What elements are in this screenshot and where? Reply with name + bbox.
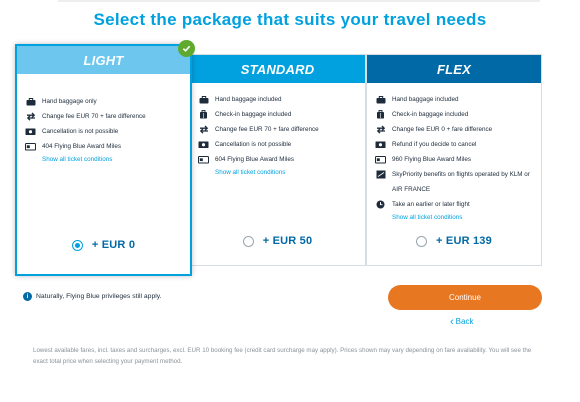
feature-item: Cancellation is not possible xyxy=(25,124,182,139)
top-divider xyxy=(58,0,540,2)
miles-card-icon xyxy=(375,155,386,164)
change-arrows-icon xyxy=(25,112,36,121)
briefcase-icon xyxy=(25,97,36,106)
feature-list-flex: Hand baggage included Check-in baggage in… xyxy=(367,92,541,212)
privileges-note: i Naturally, Flying Blue privileges stil… xyxy=(23,292,162,301)
feature-item: Hand baggage included xyxy=(198,92,357,107)
briefcase-icon xyxy=(198,95,209,104)
feature-list-light: Hand baggage only Change fee EUR 70 + far… xyxy=(17,94,190,154)
feature-text: Cancellation is not possible xyxy=(42,128,119,135)
page-title: Select the package that suits your trave… xyxy=(93,10,487,29)
selected-check-icon xyxy=(178,40,195,57)
ticket-conditions-link-light[interactable]: Show all ticket conditions xyxy=(17,154,190,166)
feature-item: 604 Flying Blue Award Miles xyxy=(198,152,357,167)
feature-item: Change fee EUR 0 + fare difference xyxy=(375,122,533,137)
cash-icon xyxy=(25,127,36,136)
package-options: LIGHT Hand baggage only Change fee EUR 70… xyxy=(15,44,542,276)
package-radio-light[interactable] xyxy=(71,239,83,251)
package-card-flex[interactable]: FLEX Hand baggage included Check-in bagga… xyxy=(366,54,542,266)
feature-item: 960 Flying Blue Award Miles xyxy=(375,152,533,167)
feature-item: Change fee EUR 70 + fare difference xyxy=(198,122,357,137)
package-price-light: + EUR 0 xyxy=(91,239,136,251)
clock-icon xyxy=(375,200,386,209)
back-link-label: Back xyxy=(455,317,474,326)
cash-icon xyxy=(375,140,386,149)
feature-text: Hand baggage included xyxy=(392,96,459,103)
package-title-standard: STANDARD xyxy=(190,55,365,83)
feature-text: 960 Flying Blue Award Miles xyxy=(392,156,471,163)
ticket-conditions-link-standard[interactable]: Show all ticket conditions xyxy=(190,167,365,179)
privileges-note-text: Naturally, Flying Blue privileges still … xyxy=(36,293,162,300)
change-arrows-icon xyxy=(198,125,209,134)
miles-card-icon xyxy=(198,155,209,164)
feature-text: Cancellation is not possible xyxy=(215,141,292,148)
package-card-standard[interactable]: STANDARD Hand baggage included Check-in b… xyxy=(190,54,366,266)
feature-text: Change fee EUR 0 + fare difference xyxy=(392,126,493,133)
chevron-left-icon: ‹ xyxy=(450,315,454,328)
briefcase-icon xyxy=(375,95,386,104)
feature-text: SkyPriority benefits on flights operated… xyxy=(392,171,530,193)
feature-item: Hand baggage only xyxy=(25,94,182,109)
miles-card-icon xyxy=(25,142,36,151)
package-price-standard: + EUR 50 xyxy=(262,235,313,247)
change-arrows-icon xyxy=(375,125,386,134)
ticket-conditions-link-flex[interactable]: Show all ticket conditions xyxy=(367,212,541,224)
feature-list-standard: Hand baggage included Check-in baggage in… xyxy=(190,92,365,167)
feature-item: Refund if you decide to cancel xyxy=(375,137,533,152)
feature-text: Hand baggage only xyxy=(42,98,97,105)
package-price-flex: + EUR 139 xyxy=(436,235,492,247)
fare-footnote: Lowest available fares, incl. taxes and … xyxy=(33,347,532,365)
back-link[interactable]: ‹ Back xyxy=(450,315,474,328)
feature-text: Change fee EUR 70 + fare difference xyxy=(215,126,319,133)
feature-text: Hand baggage included xyxy=(215,96,282,103)
continue-button[interactable]: Continue xyxy=(388,285,542,310)
feature-text: Change fee EUR 70 + fare difference xyxy=(42,113,146,120)
feature-item: Check-in baggage included xyxy=(375,107,533,122)
suitcase-icon xyxy=(198,110,209,119)
feature-text: Check-in baggage included xyxy=(392,111,469,118)
price-row-flex: + EUR 139 xyxy=(367,235,541,247)
package-radio-flex[interactable] xyxy=(416,235,428,247)
feature-text: Refund if you decide to cancel xyxy=(392,141,477,148)
feature-item: SkyPriority benefits on flights operated… xyxy=(375,167,533,197)
feature-item: Cancellation is not possible xyxy=(198,137,357,152)
feature-item: Hand baggage included xyxy=(375,92,533,107)
feature-item: Change fee EUR 70 + fare difference xyxy=(25,109,182,124)
feature-text: 604 Flying Blue Award Miles xyxy=(215,156,294,163)
info-icon: i xyxy=(23,292,32,301)
feature-text: 404 Flying Blue Award Miles xyxy=(42,143,121,150)
package-title-flex: FLEX xyxy=(367,55,541,83)
feature-text: Check-in baggage included xyxy=(215,111,292,118)
package-card-light[interactable]: LIGHT Hand baggage only Change fee EUR 70… xyxy=(15,44,192,276)
skypriority-icon xyxy=(375,170,386,179)
price-row-light: + EUR 0 xyxy=(17,239,190,251)
feature-item: 404 Flying Blue Award Miles xyxy=(25,139,182,154)
feature-item: Take an earlier or later flight xyxy=(375,197,533,212)
package-title-light: LIGHT xyxy=(17,46,190,74)
package-radio-standard[interactable] xyxy=(242,235,254,247)
feature-text: Take an earlier or later flight xyxy=(392,201,470,208)
suitcase-icon xyxy=(375,110,386,119)
cash-icon xyxy=(198,140,209,149)
feature-item: Check-in baggage included xyxy=(198,107,357,122)
price-row-standard: + EUR 50 xyxy=(190,235,365,247)
